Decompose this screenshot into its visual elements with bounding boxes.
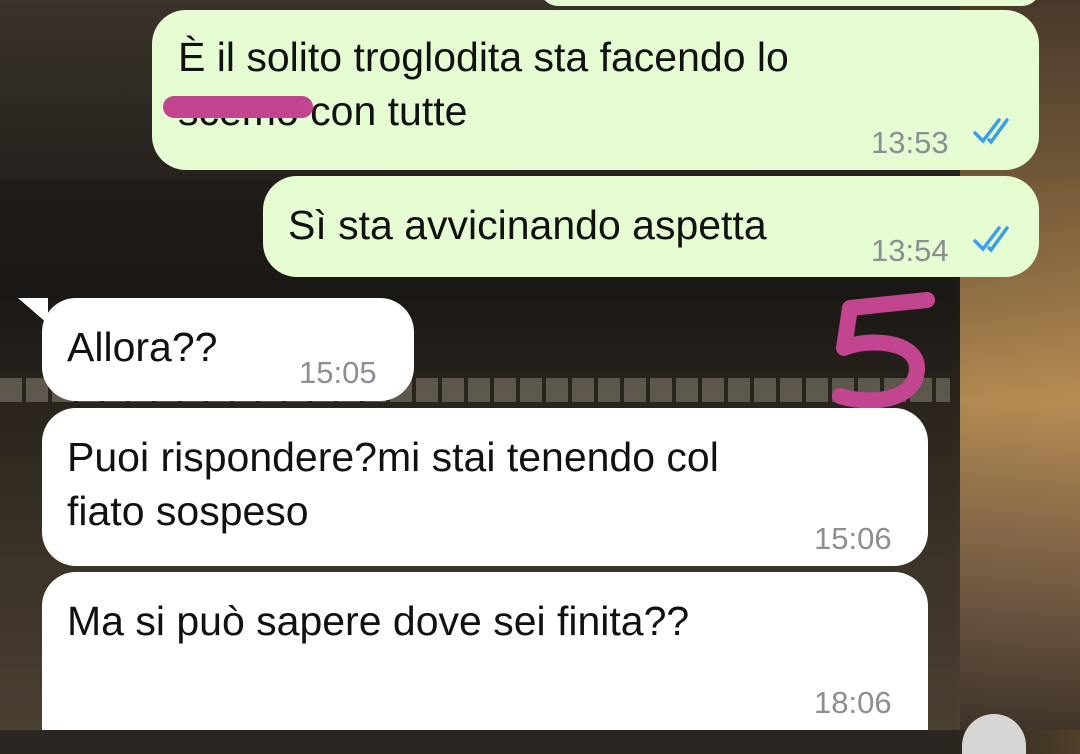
double-check-read-icon [973, 226, 1009, 253]
message-time: 15:06 [814, 521, 892, 556]
message-bubble-outgoing[interactable]: È il solito troglodita sta facendo lo sc… [152, 10, 1039, 170]
message-text: Allora?? [67, 324, 218, 370]
message-text: Ma si può sapere dove sei finita?? [67, 598, 690, 644]
double-check-read-icon [973, 118, 1009, 145]
message-time: 15:05 [299, 355, 377, 390]
message-bubble-incoming[interactable]: Puoi rispondere?mi stai tenendo col fiat… [42, 408, 928, 566]
message-time: 13:53 [871, 125, 949, 160]
message-bubble-incoming[interactable]: Ma si può sapere dove sei finita?? 18:06 [42, 572, 928, 730]
message-time: 13:54 [871, 233, 949, 268]
redaction-mark [163, 96, 313, 118]
message-bubble-incoming[interactable]: Allora?? 15:05 [42, 298, 414, 401]
message-bubble-outgoing[interactable]: Sì sta avvicinando aspetta 13:54 [263, 176, 1039, 277]
handwritten-number-annotation: 5 [822, 288, 935, 409]
message-time: 18:06 [814, 685, 892, 720]
previous-message-bubble-edge [540, 0, 1040, 6]
handwritten-number-text: 5 [822, 288, 823, 289]
message-text: Puoi rispondere?mi stai tenendo col fiat… [67, 434, 719, 534]
message-text: Sì sta avvicinando aspetta [288, 202, 767, 248]
